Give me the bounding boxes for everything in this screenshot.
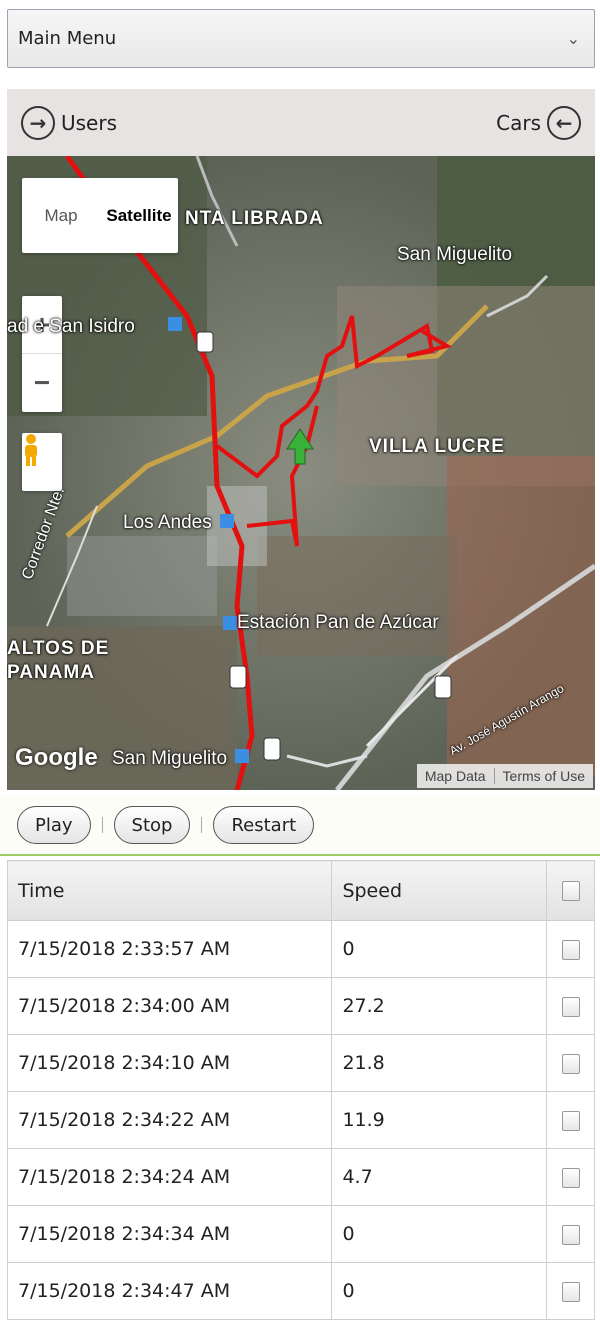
speed-table: Time Speed 7/15/2018 2:33:57 AM 0 7/15/2… <box>6 860 595 1320</box>
cars-nav-button[interactable]: Cars ← <box>496 105 581 140</box>
checkbox-cell <box>546 1148 595 1206</box>
main-menu-label: Main Menu <box>18 28 117 49</box>
map-label-santa-librada: NTA LIBRADA <box>185 208 324 229</box>
satellite-map[interactable]: Map Satellite + − NTA LIBRADA San Miguel… <box>7 156 595 790</box>
table-row[interactable]: 7/15/2018 2:34:24 AM 4.7 <box>6 1148 595 1206</box>
map-label-san-miguelito-2: San Miguelito <box>112 748 228 769</box>
map-label-altos-line1: ALTOS DE <box>7 638 110 659</box>
map-label-estacion: Estación Pan de Azúcar <box>237 612 439 633</box>
pegman-icon <box>25 434 37 466</box>
nav-bar: → Users Cars ← <box>7 89 595 156</box>
map-label-san-isidro: ad e San Isidro <box>7 316 135 337</box>
table-row[interactable]: 7/15/2018 2:34:22 AM 11.9 <box>6 1091 595 1149</box>
users-label: Users <box>61 110 118 135</box>
main-menu-dropdown[interactable]: Main Menu ⌄ <box>7 9 595 68</box>
row-checkbox[interactable] <box>561 1224 580 1245</box>
speed-cell: 27.2 <box>331 977 548 1035</box>
circle-arrow-right-icon: → <box>21 105 55 140</box>
users-nav-button[interactable]: → Users <box>21 105 118 140</box>
row-checkbox[interactable] <box>561 1167 580 1188</box>
map-type-map-option[interactable]: Map <box>22 206 100 226</box>
control-divider <box>201 817 203 833</box>
time-cell: 7/15/2018 2:34:24 AM <box>6 1148 333 1206</box>
zoom-out-button[interactable]: − <box>22 354 62 412</box>
google-logo: Google <box>15 744 98 771</box>
map-type-satellite-option[interactable]: Satellite <box>100 206 178 226</box>
circle-arrow-left-icon: ← <box>547 105 581 140</box>
speed-column-header[interactable]: Speed <box>331 860 548 921</box>
table-header-row: Time Speed <box>6 860 595 921</box>
table-row[interactable]: 7/15/2018 2:34:00 AM 27.2 <box>6 977 595 1035</box>
map-data-link[interactable]: Map Data <box>417 768 494 784</box>
table-row[interactable]: 7/15/2018 2:33:57 AM 0 <box>6 920 595 978</box>
restart-button[interactable]: Restart <box>213 806 315 844</box>
map-type-control: Map Satellite <box>22 178 178 253</box>
checkbox-cell <box>546 1205 595 1263</box>
speed-cell: 0 <box>331 1262 548 1320</box>
row-checkbox[interactable] <box>561 1053 580 1074</box>
time-cell: 7/15/2018 2:33:57 AM <box>6 920 333 978</box>
checkbox-cell <box>546 1262 595 1320</box>
time-cell: 7/15/2018 2:34:00 AM <box>6 977 333 1035</box>
select-all-cell <box>546 860 595 921</box>
time-cell: 7/15/2018 2:34:47 AM <box>6 1262 333 1320</box>
checkbox-cell <box>546 920 595 978</box>
map-label-los-andes: Los Andes <box>123 512 212 533</box>
table-row[interactable]: 7/15/2018 2:34:47 AM 0 <box>6 1262 595 1320</box>
play-button[interactable]: Play <box>17 806 91 844</box>
stop-button[interactable]: Stop <box>113 806 191 844</box>
checkbox-cell <box>546 977 595 1035</box>
terms-of-use-link[interactable]: Terms of Use <box>495 768 593 784</box>
speed-cell: 0 <box>331 920 548 978</box>
time-cell: 7/15/2018 2:34:10 AM <box>6 1034 333 1092</box>
map-label-san-miguelito: San Miguelito <box>397 244 513 265</box>
time-cell: 7/15/2018 2:34:34 AM <box>6 1205 333 1263</box>
speed-cell: 11.9 <box>331 1091 548 1149</box>
checkbox-cell <box>546 1034 595 1092</box>
row-checkbox[interactable] <box>561 1110 580 1131</box>
cars-label: Cars <box>496 110 541 135</box>
speed-cell: 21.8 <box>331 1034 548 1092</box>
playback-controls: Play Stop Restart <box>0 796 600 856</box>
speed-cell: 0 <box>331 1205 548 1263</box>
table-row[interactable]: 7/15/2018 2:34:34 AM 0 <box>6 1205 595 1263</box>
row-checkbox[interactable] <box>561 939 580 960</box>
select-all-checkbox[interactable] <box>561 881 580 901</box>
map-label-villa-lucre: VILLA LUCRE <box>369 436 505 457</box>
checkbox-cell <box>546 1091 595 1149</box>
pegman-button[interactable] <box>22 433 62 491</box>
map-attribution: Map Data Terms of Use <box>416 764 593 788</box>
map-label-altos-line2: PANAMA <box>7 662 95 683</box>
time-cell: 7/15/2018 2:34:22 AM <box>6 1091 333 1149</box>
time-column-header[interactable]: Time <box>6 860 333 921</box>
speed-cell: 4.7 <box>331 1148 548 1206</box>
table-row[interactable]: 7/15/2018 2:34:10 AM 21.8 <box>6 1034 595 1092</box>
row-checkbox[interactable] <box>561 996 580 1017</box>
zoom-control: + − <box>22 296 62 412</box>
control-divider <box>101 817 103 833</box>
chevron-down-icon: ⌄ <box>566 29 580 48</box>
